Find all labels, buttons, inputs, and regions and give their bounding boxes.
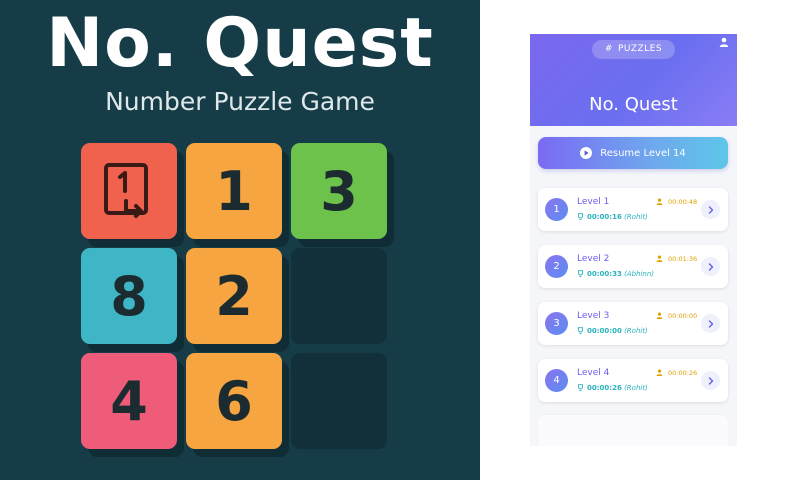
tile-number: 4 [110,369,148,433]
hash-icon: # [604,44,613,54]
tile-number: 1 [215,159,253,223]
level-card[interactable]: 2 Level 2 00:01:36 00:00:33 (Abhinn) [538,245,728,288]
resume-label: Resume Level 14 [600,147,686,159]
user-icon[interactable] [719,37,729,47]
trophy-icon [577,270,584,277]
user-time: 00:01:36 [656,254,697,264]
screenshot: No. Quest Number Puzzle Game 1 3 8 2 4 6… [0,0,800,480]
user-time: 00:00:00 [656,311,697,321]
level-card-partial [538,415,728,446]
chevron-right-icon [708,319,713,328]
level-number-badge: 4 [545,369,568,392]
tile-number: 3 [320,159,358,223]
tile-empty[interactable] [291,353,387,449]
tile-2[interactable]: 2 [186,248,282,344]
level-name: Level 3 [577,311,610,321]
level-card[interactable]: 3 Level 3 00:00:00 00:00:00 (Rohit) [538,302,728,345]
level-name: Level 4 [577,368,610,378]
user-time: 00:00:48 [656,197,697,207]
trophy-icon [577,213,584,220]
tile-1[interactable]: 1 [186,143,282,239]
puzzles-label: PUZZLES [617,44,663,54]
trophy-icon [577,384,584,391]
user-icon [656,369,663,376]
tile-3[interactable]: 3 [291,143,387,239]
level-card[interactable]: 1 Level 1 00:00:48 00:00:16 (Rohit) [538,188,728,231]
trophy-icon [577,327,584,334]
best-time: 00:00:26 (Rohit) [577,383,648,393]
chevron-right-icon [708,376,713,385]
best-time: 00:00:33 (Abhinn) [577,269,654,279]
tile-4[interactable]: 4 [81,353,177,449]
tile-number: 8 [110,264,148,328]
chevron-right-icon [708,262,713,271]
level-number-badge: 3 [545,312,568,335]
resume-level-button[interactable]: Resume Level 14 [538,137,728,169]
level-open-button[interactable] [701,371,720,390]
tile-number: 2 [215,264,253,328]
best-time: 00:00:00 (Rohit) [577,326,648,336]
level-number-badge: 2 [545,255,568,278]
level-open-button[interactable] [701,200,720,219]
phone-screen: # PUZZLES No. Quest Resume Level 14 1 Lev… [530,34,737,446]
level-name: Level 1 [577,197,610,207]
tile-8[interactable]: 8 [81,248,177,344]
tile-6[interactable]: 6 [186,353,282,449]
best-time: 00:00:16 (Rohit) [577,212,648,222]
level-open-button[interactable] [701,257,720,276]
app-header: # PUZZLES No. Quest [530,34,737,126]
level-number-badge: 1 [545,198,568,221]
user-icon [656,255,663,262]
tile-empty[interactable] [291,248,387,344]
undo-level-icon [104,163,148,218]
tile-number: 6 [215,369,253,433]
level-card[interactable]: 4 Level 4 00:00:26 00:00:26 (Rohit) [538,359,728,402]
level-name: Level 2 [577,254,610,264]
puzzles-tab[interactable]: # PUZZLES [592,40,675,59]
tile-undo[interactable] [81,143,177,239]
user-time: 00:00:26 [656,368,697,378]
app-title: No. Quest [589,94,678,115]
promo-subtitle: Number Puzzle Game [105,87,375,116]
user-icon [656,198,663,205]
user-icon [656,312,663,319]
promo-title: No. Quest [46,4,434,83]
level-open-button[interactable] [701,314,720,333]
chevron-right-icon [708,205,713,214]
play-icon [580,147,593,159]
promo-panel: No. Quest Number Puzzle Game 1 3 8 2 4 6 [0,0,480,480]
